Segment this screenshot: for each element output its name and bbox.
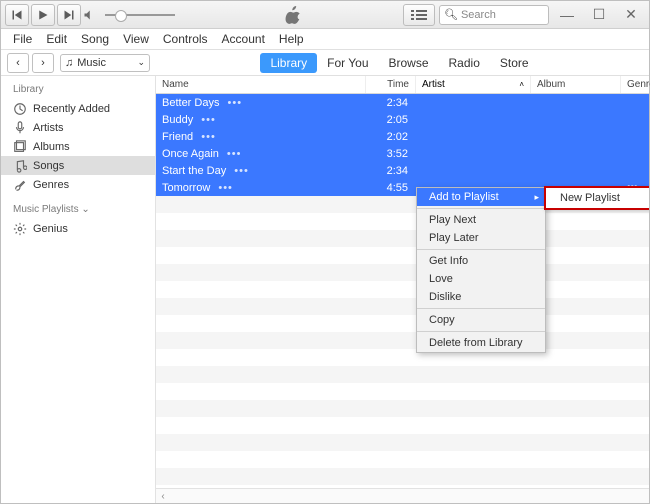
sidebar-item-albums[interactable]: Albums (1, 137, 155, 156)
sort-asc-icon: ˄ (519, 80, 524, 89)
menu-account[interactable]: Account (216, 30, 271, 48)
ctx-get-info[interactable]: Get Info (417, 252, 545, 270)
search-input[interactable]: 🔍︎Search (439, 5, 549, 25)
source-selector[interactable]: ♫ Music ⌄ (60, 54, 150, 72)
column-genre[interactable]: Genre (621, 76, 650, 93)
search-placeholder: Search (461, 9, 496, 21)
title-bar: 🔍︎Search — ☐ ✕ (1, 1, 649, 29)
tab-store[interactable]: Store (490, 53, 539, 73)
column-time[interactable]: Time (366, 76, 416, 93)
ctx-add-to-playlist[interactable]: Add to Playlist▸ (417, 188, 545, 206)
chevron-right-icon: ▸ (534, 192, 539, 203)
sidebar-item-genres[interactable]: Genres (1, 175, 155, 194)
tab-browse[interactable]: Browse (379, 53, 439, 73)
sidebar-item-recently-added[interactable]: Recently Added (1, 99, 155, 118)
chevron-updown-icon: ⌄ (137, 58, 145, 67)
album-icon (13, 140, 27, 154)
scroll-left-icon: ‹ (156, 491, 170, 502)
sidebar-item-songs[interactable]: Songs (1, 156, 155, 175)
song-row[interactable]: Better Days •••2:34 (156, 94, 649, 111)
search-icon: 🔍︎ (444, 8, 458, 21)
maximize-button[interactable]: ☐ (585, 5, 613, 25)
sidebar-section-playlists: Music Playlists ⌄ (1, 202, 155, 219)
source-label: Music (77, 57, 106, 69)
sidebar-item-artists[interactable]: Artists (1, 118, 155, 137)
volume-slider[interactable] (105, 14, 175, 16)
menu-bar: File Edit Song View Controls Account Hel… (1, 29, 649, 50)
next-track-button[interactable] (57, 4, 81, 26)
clock-icon (13, 102, 27, 116)
ctx-copy[interactable]: Copy (417, 311, 545, 329)
horizontal-scrollbar[interactable]: ‹ (156, 488, 649, 503)
tab-library[interactable]: Library (260, 53, 317, 73)
forward-button[interactable]: › (32, 53, 54, 73)
menu-file[interactable]: File (7, 30, 38, 48)
song-row[interactable]: Friend •••2:02 (156, 128, 649, 145)
submenu-new-playlist[interactable]: New Playlist (544, 186, 649, 210)
minimize-button[interactable]: — (553, 5, 581, 25)
previous-track-button[interactable] (5, 4, 29, 26)
column-headers: Name Time Artist˄ Album Genre ♡ (156, 76, 649, 94)
list-view-button[interactable] (403, 4, 435, 26)
column-artist[interactable]: Artist˄ (416, 76, 531, 93)
volume-icon (83, 9, 95, 21)
mic-icon (13, 121, 27, 135)
ctx-play-later[interactable]: Play Later (417, 229, 545, 247)
song-rows: Better Days •••2:34 Buddy •••2:05 Friend… (156, 94, 649, 488)
song-row[interactable]: Once Again •••3:52 (156, 145, 649, 162)
back-button[interactable]: ‹ (7, 53, 29, 73)
sidebar: Library Recently Added Artists Albums So… (1, 76, 156, 503)
song-row[interactable]: Start the Day •••2:34 (156, 162, 649, 179)
sidebar-item-genius[interactable]: Genius (1, 219, 155, 238)
sidebar-section-library: Library (1, 82, 155, 99)
chevron-down-icon: ⌄ (81, 204, 89, 215)
genius-icon (13, 222, 27, 236)
guitar-icon (13, 178, 27, 192)
apple-logo-icon (285, 6, 301, 24)
play-button[interactable] (31, 4, 55, 26)
close-button[interactable]: ✕ (617, 5, 645, 25)
tabs: Library For You Browse Radio Store (150, 53, 649, 73)
tab-radio[interactable]: Radio (439, 53, 490, 73)
column-album[interactable]: Album (531, 76, 621, 93)
menu-edit[interactable]: Edit (40, 30, 73, 48)
ctx-love[interactable]: Love (417, 270, 545, 288)
song-row[interactable]: Buddy •••2:05 (156, 111, 649, 128)
menu-controls[interactable]: Controls (157, 30, 214, 48)
menu-song[interactable]: Song (75, 30, 115, 48)
ctx-delete[interactable]: Delete from Library (417, 334, 545, 352)
tab-for-you[interactable]: For You (317, 53, 378, 73)
content-pane: Name Time Artist˄ Album Genre ♡ Better D… (156, 76, 649, 503)
music-note-icon: ♫ (65, 57, 73, 69)
context-menu: Add to Playlist▸ Play Next Play Later Ge… (416, 187, 546, 353)
nav-bar: ‹ › ♫ Music ⌄ Library For You Browse Rad… (1, 50, 649, 76)
ctx-dislike[interactable]: Dislike (417, 288, 545, 306)
ctx-play-next[interactable]: Play Next (417, 211, 545, 229)
column-name[interactable]: Name (156, 76, 366, 93)
menu-view[interactable]: View (117, 30, 155, 48)
note-icon (13, 159, 27, 173)
menu-help[interactable]: Help (273, 30, 310, 48)
